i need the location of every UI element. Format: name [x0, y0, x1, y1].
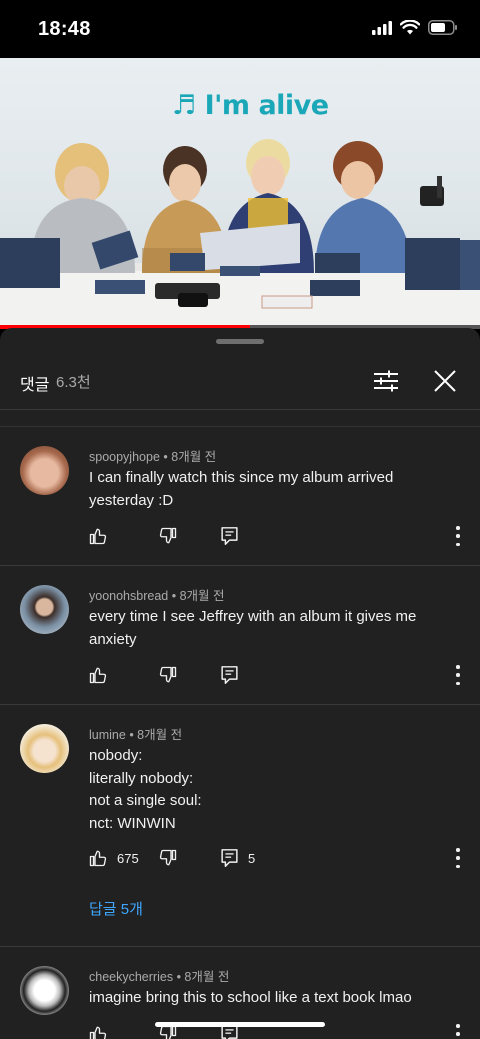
comment-icon — [221, 849, 238, 867]
status-bar: 18:48 — [0, 0, 480, 58]
comment-line: every time I see Jeffrey with an album i… — [89, 608, 417, 648]
comment-author[interactable]: spoopyjhope — [89, 450, 160, 464]
dot-icon — [456, 1032, 460, 1036]
battery-icon — [428, 20, 457, 35]
dislike-button[interactable] — [159, 661, 177, 689]
comment-actions — [0, 522, 480, 550]
comment-line: literally nobody: — [89, 769, 194, 787]
close-icon — [434, 370, 456, 392]
comments-panel: 댓글 6.3천 spoopyjhope • 8개월 전 I can finall… — [0, 328, 480, 1039]
dot-icon — [456, 542, 460, 546]
comment-item: lumine • 8개월 전 nobody: literally nobody:… — [0, 724, 480, 944]
comment-text: every time I see Jeffrey with an album i… — [89, 606, 459, 651]
comment-icon — [221, 1025, 238, 1039]
reply-button[interactable]: 5 — [221, 844, 255, 872]
reply-button[interactable] — [221, 661, 238, 689]
wifi-icon — [400, 20, 420, 35]
dot-icon — [456, 526, 460, 530]
video-title-overlay: ♬ I'm alive — [172, 90, 329, 121]
comment-divider — [0, 946, 480, 947]
thumbs-up-icon — [89, 667, 107, 684]
close-button[interactable] — [430, 366, 460, 396]
dot-icon — [456, 665, 460, 669]
like-button[interactable] — [89, 661, 107, 689]
comment-meta: cheekycherries • 8개월 전 — [89, 966, 229, 985]
thumbs-down-icon — [159, 1025, 177, 1039]
more-options-button[interactable] — [452, 665, 464, 685]
like-count: 675 — [117, 850, 139, 866]
status-icons — [372, 20, 458, 35]
comment-line: nobody: — [89, 747, 143, 764]
like-button[interactable] — [89, 522, 107, 550]
dot-icon — [456, 864, 460, 868]
thumbs-down-icon — [159, 849, 177, 866]
comment-time: • 8개월 전 — [171, 589, 225, 603]
video-player[interactable]: ♬ I'm alive — [0, 58, 480, 328]
avatar[interactable] — [20, 585, 69, 634]
comment-text: I can finally watch this since my album … — [89, 467, 459, 512]
thumbs-down-icon — [159, 527, 177, 544]
dot-icon — [456, 681, 460, 685]
thumbs-up-icon — [89, 1026, 107, 1039]
comment-line: imagine bring this to school like a text… — [89, 989, 412, 1006]
reply-count: 5 — [248, 850, 256, 866]
dot-icon — [456, 1024, 460, 1028]
comment-author[interactable]: lumine — [89, 728, 126, 742]
comment-meta: lumine • 8개월 전 — [89, 724, 182, 743]
comments-title: 댓글 — [20, 377, 50, 394]
avatar[interactable] — [20, 446, 69, 495]
comments-count: 6.3천 — [56, 374, 91, 391]
comment-icon — [221, 527, 238, 545]
comment-divider — [0, 704, 480, 705]
comment-divider — [0, 565, 480, 566]
like-button[interactable]: 675 — [89, 844, 139, 872]
more-options-button[interactable] — [452, 1024, 464, 1039]
status-time: 18:48 — [38, 18, 91, 40]
dot-icon — [456, 848, 460, 852]
comment-time: • 8개월 전 — [129, 728, 183, 742]
header-divider-2 — [0, 426, 480, 427]
like-button[interactable] — [89, 1020, 107, 1039]
comment-time: • 8개월 전 — [163, 450, 217, 464]
comment-line: nct: WINWIN — [89, 814, 176, 832]
dot-icon — [456, 856, 460, 860]
more-options-button[interactable] — [452, 526, 464, 546]
avatar[interactable] — [20, 724, 69, 773]
thumbs-down-icon — [159, 666, 177, 683]
comment-line: not a single soul: — [89, 792, 202, 809]
home-indicator[interactable] — [155, 1022, 325, 1027]
comment-actions — [0, 661, 480, 689]
reply-button[interactable] — [221, 522, 238, 550]
filter-button[interactable] — [370, 367, 402, 395]
thumbs-up-icon — [89, 850, 107, 867]
view-replies-link[interactable]: 답글 5개 — [89, 898, 143, 919]
thumbs-up-icon — [89, 528, 107, 545]
dot-icon — [456, 534, 460, 538]
signal-icon — [372, 20, 392, 35]
dot-icon — [456, 673, 460, 677]
sliders-icon — [374, 370, 398, 392]
drag-handle[interactable] — [216, 339, 264, 344]
comments-header: 댓글 6.3천 — [0, 355, 480, 409]
dislike-button[interactable] — [159, 522, 177, 550]
more-options-button[interactable] — [452, 848, 464, 868]
comment-actions: 675 5 — [0, 844, 480, 872]
comment-author[interactable]: yoonohsbread — [89, 589, 168, 603]
header-divider — [0, 409, 480, 410]
comment-icon — [221, 666, 238, 684]
comment-text: nobody: literally nobody: not a single s… — [89, 745, 459, 835]
comment-meta: spoopyjhope • 8개월 전 — [89, 446, 216, 465]
comment-line: I can finally watch this since my album … — [89, 469, 394, 509]
dislike-button[interactable] — [159, 844, 177, 872]
comment-text: imagine bring this to school like a text… — [89, 987, 459, 1010]
comment-meta: yoonohsbread • 8개월 전 — [89, 585, 225, 604]
comment-author[interactable]: cheekycherries — [89, 970, 173, 984]
comment-time: • 8개월 전 — [176, 970, 230, 984]
avatar[interactable] — [20, 966, 69, 1015]
